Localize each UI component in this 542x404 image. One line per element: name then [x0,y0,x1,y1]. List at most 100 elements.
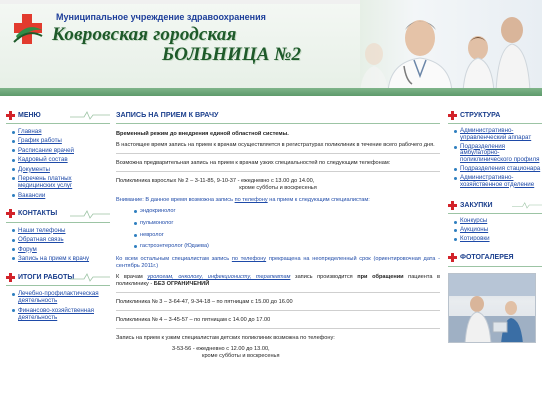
urology-text: К врачам урологам, онкологу, инфекционис… [116,274,440,288]
gallery-image [449,273,535,342]
clinic3-phones: Поликлиника № 3 – 3-64-47, 9-34-18 – по … [116,299,293,306]
specialists-list: эндокринолог пульмонолог невролог гастро… [116,208,440,250]
specialist-item: эндокринолог [134,208,440,215]
right-sidebar: СТРУКТУРА Административно-управленческий… [448,104,542,404]
kids-days: кроме субботы и воскресенья [202,353,280,360]
header-green-band [0,88,542,96]
contacts-divider [6,221,110,223]
attention-text: Внимание: В данное время возможна запись… [116,197,440,204]
purchases-title: ЗАКУПКИ [460,201,493,209]
menu-item-documents[interactable]: Документы [12,166,110,173]
registry-info-text: В настоящее время запись на прием к врач… [116,142,435,148]
structure-item-household[interactable]: Административно-хозяйственное отделение [454,174,542,189]
kids-phone: 3-53-56 - ежедневно с 12.00 до 13.00, [172,346,270,353]
structure-heading: СТРУКТУРА [448,108,542,122]
preliminary-booking-text: Возможна предварительная запись на прием… [116,160,391,166]
menu-item-paid-services[interactable]: Перечень платных медицинских услуг [12,175,110,189]
site-header: Муниципальное учреждение здравоохранения… [0,0,542,96]
menu-heading: МЕНЮ [6,108,110,122]
red-cross-icon [448,200,457,210]
menu-list: Главная График работы Расписание врачей … [6,128,110,199]
attention-suffix: на прием к следующим специалистам: [267,197,370,203]
contacts-item-forum[interactable]: Форум [12,246,110,253]
uro-mid: запись производится [290,274,358,281]
red-cross-icon [6,110,15,120]
hospital-logo-icon[interactable] [12,12,44,46]
separator [116,171,440,172]
structure-title: СТРУКТУРА [460,111,501,119]
menu-item-vacancies[interactable]: Вакансии [12,192,110,199]
separator [116,153,440,154]
results-item-financial[interactable]: Финансово-хозяйственная деятельность [12,307,110,321]
gallery-heading: ФОТОГАЛЕРЕЯ [448,251,542,265]
separator [116,292,440,294]
specialist-item: гастроэнтеролог (Юдаева) [134,243,440,250]
uro-end: БЕЗ ОГРАНИЧЕНИЙ [153,281,210,288]
purchases-item-quotations[interactable]: Котировки [454,235,542,243]
results-divider [6,285,110,287]
purchases-divider [448,213,542,215]
results-list: Лечебно-профилактическая деятельность Фи… [6,290,110,321]
contacts-heading: КОНТАКТЫ [6,207,110,221]
purchases-list: Конкурсы Аукционы Котировки [448,218,542,242]
gallery-photo[interactable] [448,272,536,343]
menu-item-home[interactable]: Главная [12,128,110,135]
title-divider [116,123,440,124]
structure-item-admin[interactable]: Административно-управленческий аппарат [454,127,542,142]
doctors-photo [360,0,542,92]
structure-item-outpatient[interactable]: Подразделения амбулаторно-поликлиническо… [454,143,542,164]
heartbeat-icon [70,209,110,219]
gallery-title: ФОТОГАЛЕРЕЯ [460,254,514,262]
results-heading: ИТОГИ РАБОТЫ [6,270,110,284]
results-title: ИТОГИ РАБОТЫ [18,273,75,281]
clinic2-days: кроме субботы и воскресенья [239,185,317,191]
temporary-mode-text: Временный режим до внедрения единой обла… [116,131,289,137]
menu-title: МЕНЮ [18,111,41,119]
gallery-divider [448,265,542,267]
heartbeat-icon [512,202,542,209]
menu-divider [6,123,110,124]
specialist-item: пульмонолог [134,220,440,227]
menu-item-staff[interactable]: Кадровый состав [12,156,110,163]
clinic2-phones: Поликлиника взрослых № 2 – 3-11-85, 9-10… [116,178,315,184]
contacts-title: КОНТАКТЫ [18,210,58,218]
red-cross-icon [6,209,15,219]
contacts-item-appointment[interactable]: Запись на прием к врачу [12,255,110,262]
red-cross-icon [448,110,457,120]
institution-name: Муниципальное учреждение здравоохранения [56,12,266,22]
structure-divider [448,123,542,124]
menu-item-schedule[interactable]: График работы [12,137,110,144]
menu-item-doctors-timetable[interactable]: Расписание врачей [12,147,110,154]
attention-prefix: Внимание: В данное время возможна запись [116,197,235,203]
separator [116,310,440,312]
page-title: ЗАПИСЬ НА ПРИЕМ К ВРАЧУ [116,110,219,119]
kids-clinic-text: Запись на прием к узким специалистам дет… [116,335,335,342]
red-cross-icon [6,272,15,282]
separator [116,328,440,330]
clinic4-phones: Поликлиника № 4 – 3-45-57 – по пятницам … [116,317,271,324]
results-item-medical[interactable]: Лечебно-профилактическая деятельность [12,290,110,304]
specialist-item: невролог [134,232,440,239]
left-sidebar: МЕНЮ Главная График работы Расписание вр… [6,104,110,404]
doctors-illustration [360,17,531,92]
red-cross-icon [448,253,457,263]
other-specialists-text: Ко всем остальным специалистам запись по… [116,256,440,270]
purchases-heading: ЗАКУПКИ [448,198,542,212]
attention-phone-link[interactable]: по телефону [235,197,268,203]
main-content: ЗАПИСЬ НА ПРИЕМ К ВРАЧУ Временный режим … [116,104,440,404]
heartbeat-icon [70,273,110,282]
structure-list: Административно-управленческий аппарат П… [448,127,542,189]
hospital-name-line2: БОЛЬНИЦА №2 [162,44,302,65]
heartbeat-icon [70,111,110,120]
uro-bold: при обращении [357,274,404,281]
contacts-item-phones[interactable]: Наши телефоны [12,227,110,234]
other-prefix: Ко всем остальным специалистам запись [116,256,232,263]
purchases-item-auctions[interactable]: Аукционы [454,226,542,234]
uro-prefix: К врачам [116,274,148,281]
other-phone-link[interactable]: по телефону [232,256,266,262]
hospital-name-line1: Ковровская городская [52,24,237,45]
purchases-item-tenders[interactable]: Конкурсы [454,218,542,225]
contacts-item-feedback[interactable]: Обратная связь [12,236,110,243]
uro-specialists-link[interactable]: урологам, онкологу, инфекционисту, терап… [147,274,290,280]
structure-item-hospital[interactable]: Подразделения стационара [454,165,542,173]
